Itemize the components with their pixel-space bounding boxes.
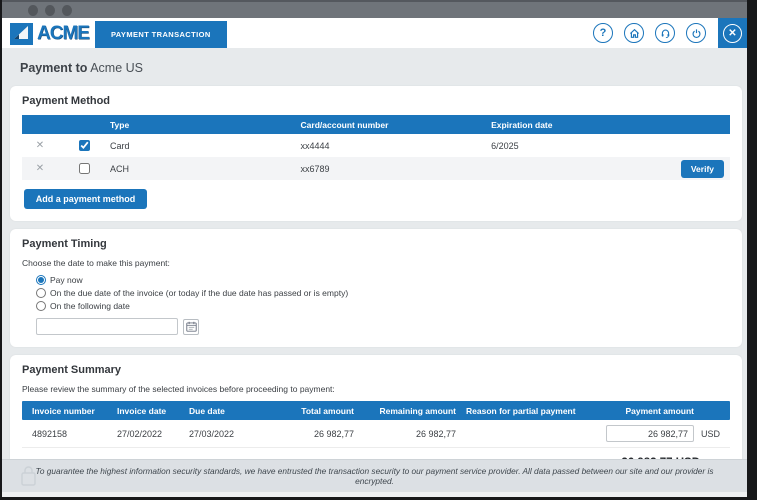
payment-timing-card: Payment Timing Choose the date to make t… [10, 229, 742, 347]
remove-icon[interactable]: ✕ [36, 163, 44, 174]
col-account: Card/account number [300, 119, 389, 130]
col-due-date: Due date [189, 405, 225, 416]
cell-account: xx4444 [300, 140, 330, 151]
cell-invoice-number: 4892158 [32, 428, 68, 439]
cell-type: Card [110, 140, 130, 151]
footer-strip [2, 492, 747, 497]
col-expiration: Expiration date [491, 119, 553, 130]
header-spacer [22, 115, 58, 134]
window-titlebar [2, 0, 747, 18]
invoice-row: 4892158 27/02/2022 27/03/2022 26 982,77 … [22, 420, 730, 448]
radio-due-date-input[interactable] [36, 288, 46, 298]
cell-total-amount: 26 982,77 [313, 428, 354, 439]
radio-pay-now[interactable]: Pay now [36, 275, 730, 285]
timing-radio-group: Pay now On the due date of the invoice (… [36, 275, 730, 311]
payment-amount-input[interactable] [606, 425, 694, 442]
cell-expiration [491, 157, 634, 180]
payment-method-row-ach: ✕ ACH xx6789 Verify [22, 157, 730, 180]
col-invoice-date: Invoice date [117, 405, 167, 416]
payment-summary-card: Payment Summary Please review the summar… [10, 355, 742, 459]
cell-expiration: 6/2025 [491, 140, 519, 151]
add-payment-method-button[interactable]: Add a payment method [24, 189, 147, 209]
main-content: Payment to Acme US Payment Method Type C… [2, 48, 747, 459]
cell-select [58, 157, 110, 180]
cell-remove: ✕ [22, 157, 58, 180]
cell-account: xx6789 [300, 163, 330, 174]
col-type: Type [110, 119, 130, 130]
security-statement: To guarantee the highest information sec… [35, 466, 714, 486]
app-header: ACME PAYMENT TRANSACTION ? ✕ [2, 18, 747, 48]
cell-action [634, 134, 730, 157]
col-currency-spacer [694, 401, 730, 420]
cell-payment-amount [594, 420, 694, 447]
col-total-amount: Total amount [301, 405, 354, 416]
payment-date-input[interactable] [36, 318, 178, 335]
header-icon-row: ? [593, 18, 716, 48]
cell-remaining-amount: 26 982,77 [415, 428, 456, 439]
col-payment-amount: Payment amount [625, 405, 695, 416]
cell-reason [456, 420, 594, 447]
calendar-icon[interactable] [183, 318, 199, 335]
select-card-checkbox[interactable] [78, 140, 90, 151]
radio-label: On the due date of the invoice (or today… [50, 288, 349, 298]
window-control-dot[interactable] [45, 4, 55, 16]
close-button[interactable]: ✕ [718, 18, 747, 48]
col-invoice-number: Invoice number [32, 405, 95, 416]
radio-pay-now-input[interactable] [36, 275, 46, 285]
payment-timing-title: Payment Timing [22, 238, 107, 250]
payment-method-card: Payment Method Type Card/account number … [10, 86, 742, 221]
support-headset-icon[interactable] [655, 23, 675, 43]
lock-icon [20, 464, 37, 493]
window-control-dot[interactable] [28, 4, 38, 16]
radio-label: On the following date [50, 301, 130, 311]
home-icon[interactable] [624, 23, 644, 43]
payment-method-header-row: Type Card/account number Expiration date [22, 115, 730, 134]
cell-invoice-date: 27/02/2022 [117, 428, 163, 439]
total-row: Total 26 982,77 USD [22, 448, 730, 459]
acme-logo-icon [10, 23, 33, 45]
timing-prompt: Choose the date to make this payment: [22, 258, 170, 268]
page-title-payee: Acme US [90, 61, 143, 75]
verify-button[interactable]: Verify [680, 159, 724, 178]
page-title-bold: Payment to [20, 61, 88, 75]
cell-currency: USD [701, 428, 721, 439]
remove-icon[interactable]: ✕ [36, 140, 44, 151]
app-window: ACME PAYMENT TRANSACTION ? ✕ Payment to … [2, 0, 747, 497]
header-spacer [634, 115, 730, 134]
window-control-dot[interactable] [62, 4, 72, 16]
payment-method-title: Payment Method [22, 95, 111, 107]
select-ach-checkbox[interactable] [78, 163, 90, 174]
close-icon: ✕ [723, 23, 742, 43]
summary-header-row: Invoice number Invoice date Due date Tot… [22, 401, 730, 420]
payment-method-row-card: ✕ Card xx4444 6/2025 [22, 134, 730, 157]
col-reason: Reason for partial payment [466, 405, 576, 416]
security-footer: To guarantee the highest information sec… [2, 459, 747, 492]
radio-label: Pay now [50, 275, 83, 285]
acme-logo-text: ACME [37, 23, 90, 44]
page-title: Payment to Acme US [20, 61, 732, 75]
radio-following-date-input[interactable] [36, 301, 46, 311]
cell-type: ACH [110, 163, 130, 174]
date-picker-row [36, 318, 730, 335]
payment-summary-title: Payment Summary [22, 364, 122, 376]
cell-action: Verify [634, 157, 730, 180]
radio-following-date[interactable]: On the following date [36, 301, 730, 311]
summary-prompt: Please review the summary of the selecte… [22, 384, 335, 394]
help-glyph: ? [599, 27, 607, 39]
header-spacer [58, 115, 110, 134]
cell-due-date: 27/03/2022 [189, 428, 235, 439]
cell-select [58, 134, 110, 157]
tab-payment-transaction[interactable]: PAYMENT TRANSACTION [94, 21, 227, 48]
help-icon[interactable]: ? [593, 23, 613, 43]
acme-logo: ACME [2, 23, 95, 48]
col-remaining-amount: Remaining amount [379, 405, 456, 416]
radio-due-date[interactable]: On the due date of the invoice (or today… [36, 288, 730, 298]
power-icon[interactable] [686, 23, 706, 43]
cell-remove: ✕ [22, 134, 58, 157]
